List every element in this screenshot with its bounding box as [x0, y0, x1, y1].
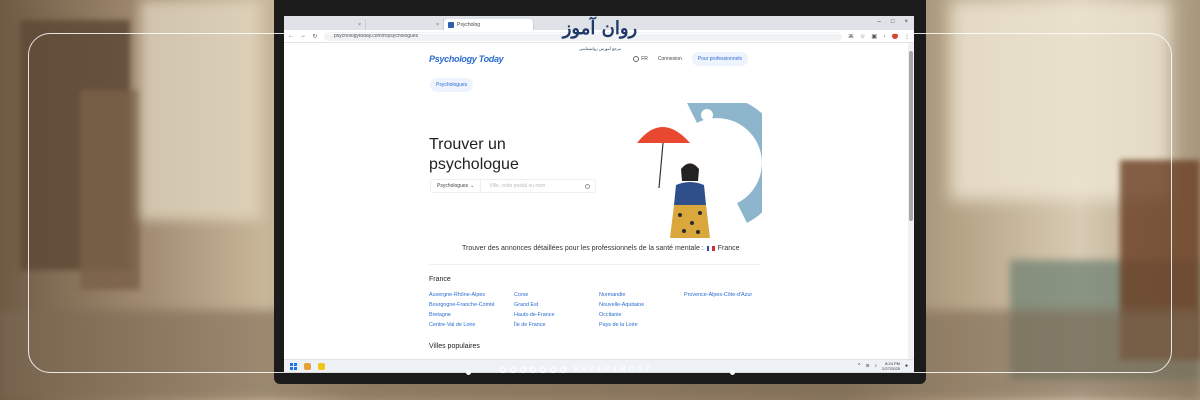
- volume-icon[interactable]: ♪: [875, 363, 878, 369]
- region-link[interactable]: Île de France: [514, 322, 599, 328]
- cloud-shape: [701, 109, 713, 121]
- youtube-icon[interactable]: [550, 366, 556, 373]
- login-link[interactable]: Connexion: [658, 56, 682, 62]
- section-title-popular-cities: Villes populaires: [429, 343, 480, 350]
- brand-footer-label: RAVANAMOOZ: [574, 366, 653, 373]
- linkedin-icon[interactable]: [540, 366, 546, 373]
- close-window-icon[interactable]: ×: [904, 19, 908, 25]
- globe-icon: [633, 56, 640, 62]
- browser-tab[interactable]: ×: [366, 19, 444, 30]
- language-label: FR: [641, 56, 648, 62]
- telegram-icon[interactable]: [520, 366, 526, 373]
- region-link[interactable]: Bretagne: [429, 312, 514, 318]
- tagline-text: Trouver des annonces détaillées pour les…: [462, 245, 704, 252]
- page-title: Trouver un psychologue: [429, 136, 519, 173]
- chevron-down-icon: ⌄: [470, 183, 475, 189]
- browser-toolbar-icons: ⌘ ☆ ▣ ↓ ⋮: [848, 33, 910, 40]
- site-header-actions: FR Connexion Pour professionnels: [633, 52, 748, 66]
- brand-logo: روان آموز: [562, 18, 638, 39]
- person-shirt: [674, 182, 706, 205]
- browser-tab[interactable]: ×: [288, 19, 366, 30]
- download-icon[interactable]: ↓: [883, 33, 886, 39]
- country-label[interactable]: France: [718, 245, 740, 252]
- select-value: Psychologues: [437, 183, 469, 189]
- section-title: France: [429, 276, 451, 283]
- whatsapp-icon[interactable]: [530, 366, 536, 373]
- region-link: [684, 322, 769, 328]
- window-light: [140, 0, 260, 220]
- minimize-icon[interactable]: –: [878, 19, 881, 25]
- folder-icon[interactable]: [318, 362, 325, 370]
- social-strip: RAVANAMOOZ: [500, 366, 653, 373]
- professionals-button[interactable]: Pour professionnels: [691, 52, 748, 66]
- maximize-icon[interactable]: □: [891, 19, 895, 25]
- x-icon[interactable]: [510, 366, 516, 373]
- umbrella-handle: [658, 142, 664, 189]
- window-controls: – □ ×: [878, 19, 908, 25]
- clock-date: 2/27/2025: [882, 366, 900, 371]
- location-search-input[interactable]: Ville, code postal ou nom: [481, 183, 585, 189]
- umbrella-icon: [637, 127, 690, 143]
- region-link[interactable]: Occitanie: [599, 312, 684, 318]
- menu-icon[interactable]: ⋮: [904, 33, 910, 40]
- region-link[interactable]: Provence-Alpes-Côte-d'Azur: [684, 292, 769, 298]
- language-selector[interactable]: FR: [633, 56, 648, 62]
- decorative-dot: [466, 370, 471, 375]
- start-menu-icon[interactable]: [290, 362, 297, 370]
- close-icon[interactable]: ×: [436, 22, 439, 28]
- clock[interactable]: 8:24 PM 2/27/2025: [882, 361, 900, 371]
- profession-select[interactable]: Psychologues ⌄: [431, 180, 482, 192]
- tagline: Trouver des annonces détaillées pour les…: [462, 245, 740, 252]
- page-scrollbar[interactable]: [908, 43, 914, 359]
- search-icon[interactable]: [585, 183, 590, 189]
- cloud-shape: [734, 138, 744, 148]
- instagram-icon[interactable]: [500, 366, 506, 373]
- hero-illustration: [637, 103, 762, 238]
- laptop-screen: × × Psycholog – □ × ← → ↻ psychologytoda…: [284, 16, 914, 372]
- email-icon[interactable]: [560, 366, 566, 373]
- france-flag-icon: [706, 246, 715, 251]
- search-box: Psychologues ⌄ Ville, code postal ou nom: [430, 179, 596, 193]
- favicon-icon: [448, 21, 454, 28]
- close-icon[interactable]: ×: [358, 22, 361, 28]
- bookmark-star-icon[interactable]: ☆: [860, 33, 865, 40]
- forward-icon[interactable]: →: [300, 33, 306, 39]
- chevron-up-icon[interactable]: ^: [858, 363, 860, 369]
- brand-tagline: مرجع آموزش روانشناسی: [578, 46, 622, 51]
- region-link[interactable]: Grand Est: [514, 302, 599, 308]
- region-link[interactable]: Centre-Val de Loire: [429, 322, 514, 328]
- reload-icon[interactable]: ↻: [312, 33, 318, 40]
- scrollbar-thumb[interactable]: [909, 51, 913, 221]
- divider: [429, 264, 760, 265]
- person-skirt: [670, 205, 710, 238]
- region-link: [684, 302, 769, 308]
- region-link[interactable]: Corse: [514, 292, 599, 298]
- translate-icon[interactable]: ⌘: [848, 33, 854, 40]
- system-tray: ^ ≋ ♪ 8:24 PM 2/27/2025 ●: [858, 361, 908, 371]
- tab-label: Psycholog: [457, 21, 481, 28]
- bookshelf: [80, 90, 140, 290]
- region-link[interactable]: Auvergne-Rhône-Alpes: [429, 292, 514, 298]
- web-page: Psychology Today FR Connexion Pour profe…: [284, 43, 908, 359]
- wifi-icon[interactable]: ≋: [865, 363, 869, 369]
- file-explorer-icon[interactable]: [304, 362, 311, 370]
- region-link[interactable]: Bourgogne-Franche-Comté: [429, 302, 514, 308]
- decorative-dot: [730, 370, 735, 375]
- region-link[interactable]: Hauts-de-France: [514, 312, 599, 318]
- category-pill[interactable]: Psychologues: [430, 78, 474, 92]
- cloud-shape: [740, 186, 750, 196]
- region-link-grid: Auvergne-Rhône-Alpes Corse Normandie Proven…: [429, 292, 769, 328]
- browser-tab-active[interactable]: Psycholog: [444, 19, 534, 30]
- region-link[interactable]: Pays de la Loire: [599, 322, 684, 328]
- region-link[interactable]: Nouvelle-Aquitaine: [599, 302, 684, 308]
- profile-avatar[interactable]: [892, 33, 898, 39]
- notification-icon[interactable]: ●: [905, 363, 908, 369]
- back-icon[interactable]: ←: [288, 33, 294, 39]
- site-logo[interactable]: Psychology Today: [429, 54, 504, 64]
- brand-watermark: روان آموز مرجع آموزش روانشناسی: [560, 18, 640, 52]
- region-link[interactable]: Normandie: [599, 292, 684, 298]
- extensions-icon[interactable]: ▣: [871, 33, 877, 40]
- region-link: [684, 312, 769, 318]
